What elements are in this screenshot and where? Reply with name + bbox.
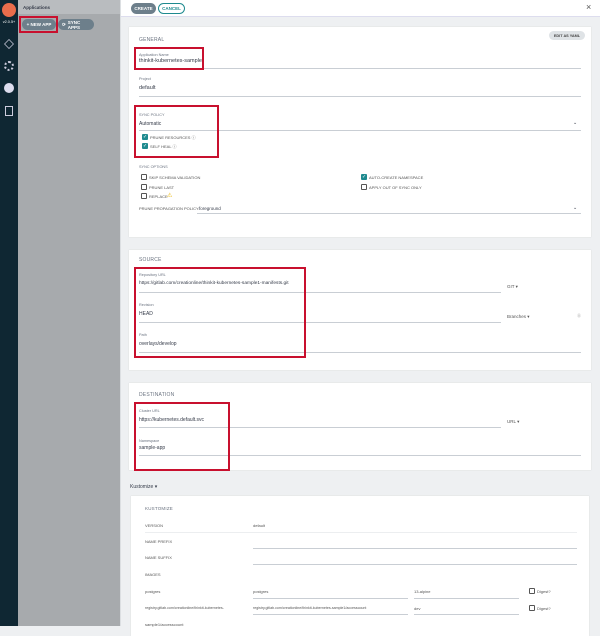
revision-type-dropdown[interactable]: Branches ▾: [507, 314, 530, 320]
digest-label: Digest?: [537, 606, 551, 611]
docs-icon[interactable]: [5, 106, 13, 116]
repo-url-label: Repository URL: [139, 273, 166, 277]
sync-apps-button[interactable]: ⟳ SYNC APPS: [58, 19, 94, 30]
image-tag-input[interactable]: 13-alpine: [414, 589, 430, 594]
cluster-url-input[interactable]: https://kubernetes.default.svc: [139, 417, 204, 423]
applications-title: Applications: [18, 0, 120, 14]
repo-url-input[interactable]: https://gitlab.com/creationline/thinkit-…: [139, 281, 289, 286]
version-value: default: [253, 523, 266, 528]
project-input[interactable]: default: [139, 85, 156, 91]
image-name: postgres: [145, 589, 161, 594]
self-heal-label: SELF HEAL ⓘ: [150, 144, 177, 149]
source-card: SOURCE Repository URL https://gitlab.com…: [129, 250, 591, 370]
images-label: IMAGES: [145, 572, 161, 577]
chevron-down-icon[interactable]: ⌄: [573, 120, 577, 126]
cluster-type-dropdown[interactable]: URL ▾: [507, 419, 519, 425]
cluster-url-label: Cluster URL: [139, 409, 160, 413]
revision-label: Revision: [139, 303, 154, 307]
revision-input[interactable]: HEAD: [139, 311, 153, 317]
repo-type-dropdown[interactable]: GIT ▾: [507, 284, 518, 290]
project-label: Project: [139, 77, 151, 81]
cancel-button[interactable]: CANCEL: [158, 3, 185, 14]
general-card: GENERAL EDIT AS YAML Application Name th…: [129, 27, 591, 237]
new-app-button[interactable]: + NEW APP: [22, 19, 56, 30]
sync-options-label: SYNC OPTIONS: [139, 165, 168, 169]
name-suffix-label: NAME SUFFIX: [145, 555, 172, 560]
sync-policy-select[interactable]: Automatic: [139, 121, 161, 127]
settings-icon[interactable]: [4, 61, 14, 71]
name-prefix-input[interactable]: [253, 548, 577, 549]
chevron-down-icon[interactable]: ⌄: [573, 205, 577, 211]
app-name-input[interactable]: thinkit-kubernetes-sample: [139, 58, 202, 64]
digest-checkbox[interactable]: [529, 588, 535, 594]
destination-card: DESTINATION Cluster URL https://kubernet…: [129, 383, 591, 470]
image-override-input[interactable]: postgres: [253, 589, 268, 594]
version-label: v2.0.5+: [2, 20, 16, 24]
replace-label: REPLACE: [149, 194, 168, 199]
kustomize-title: KUSTOMIZE: [145, 506, 173, 511]
prune-propagation-label: PRUNE PROPAGATION POLICY:: [139, 206, 200, 211]
edit-as-yaml-button[interactable]: EDIT AS YAML: [549, 31, 585, 40]
digest-checkbox[interactable]: [529, 605, 535, 611]
image-name-continued: sample1/accesscount: [145, 622, 184, 627]
app-name-label: Application Name: [139, 53, 169, 57]
applications-list: Applications + NEW APP ⟳ SYNC APPS: [18, 0, 120, 626]
new-app-panel: CREATE CANCEL × GENERAL EDIT AS YAML App…: [120, 0, 600, 636]
sync-policy-label: SYNC POLICY: [139, 113, 165, 117]
sync-icon: ⟳: [62, 21, 66, 27]
close-icon[interactable]: ×: [586, 2, 591, 12]
prune-last-checkbox[interactable]: [141, 184, 147, 190]
panel-toolbar: CREATE CANCEL ×: [121, 0, 600, 17]
skip-schema-label: SKIP SCHEMA VALIDATION: [149, 175, 201, 180]
user-icon[interactable]: [4, 83, 14, 93]
applications-icon[interactable]: [4, 39, 14, 49]
image-override-input[interactable]: registry.gitlab.com/creationline/thinkit…: [253, 606, 366, 610]
kustomize-toggle[interactable]: Kustomize ▾: [130, 484, 157, 490]
kustomize-card: KUSTOMIZE VERSION default NAME PREFIX NA…: [131, 496, 589, 636]
self-heal-checkbox[interactable]: ✓: [142, 143, 148, 149]
destination-title: DESTINATION: [139, 392, 175, 398]
path-label: Path: [139, 333, 147, 337]
info-icon: ⓪: [577, 313, 581, 318]
image-tag-input[interactable]: dev: [414, 606, 420, 611]
digest-label: Digest?: [537, 589, 551, 594]
replace-checkbox[interactable]: [141, 193, 147, 199]
apply-out-of-sync-checkbox[interactable]: [361, 184, 367, 190]
prune-resources-checkbox[interactable]: ✓: [142, 134, 148, 140]
warning-icon: ⚠: [167, 193, 173, 199]
name-prefix-label: NAME PREFIX: [145, 539, 173, 544]
argo-logo: [2, 3, 16, 17]
version-label: VERSION: [145, 523, 164, 528]
general-title: GENERAL: [139, 37, 165, 43]
name-suffix-input[interactable]: [253, 564, 577, 565]
prune-propagation-select[interactable]: foreground: [199, 206, 221, 211]
namespace-label: Namespace: [139, 439, 160, 443]
create-button[interactable]: CREATE: [131, 3, 156, 14]
skip-schema-checkbox[interactable]: [141, 174, 147, 180]
namespace-input[interactable]: sample-app: [139, 445, 165, 451]
left-nav: v2.0.5+: [0, 0, 18, 626]
auto-create-namespace-checkbox[interactable]: ✓: [361, 174, 367, 180]
source-title: SOURCE: [139, 257, 162, 263]
path-input[interactable]: overlays/develop: [139, 341, 177, 347]
apply-out-of-sync-label: APPLY OUT OF SYNC ONLY: [369, 185, 422, 190]
prune-resources-label: PRUNE RESOURCES ⓘ: [150, 135, 196, 140]
image-name: registry.gitlab.com/creationline/thinkit…: [145, 606, 224, 610]
sync-apps-label: SYNC APPS: [67, 19, 81, 30]
prune-last-label: PRUNE LAST: [149, 185, 175, 190]
auto-create-namespace-label: AUTO-CREATE NAMESPACE: [369, 175, 424, 180]
